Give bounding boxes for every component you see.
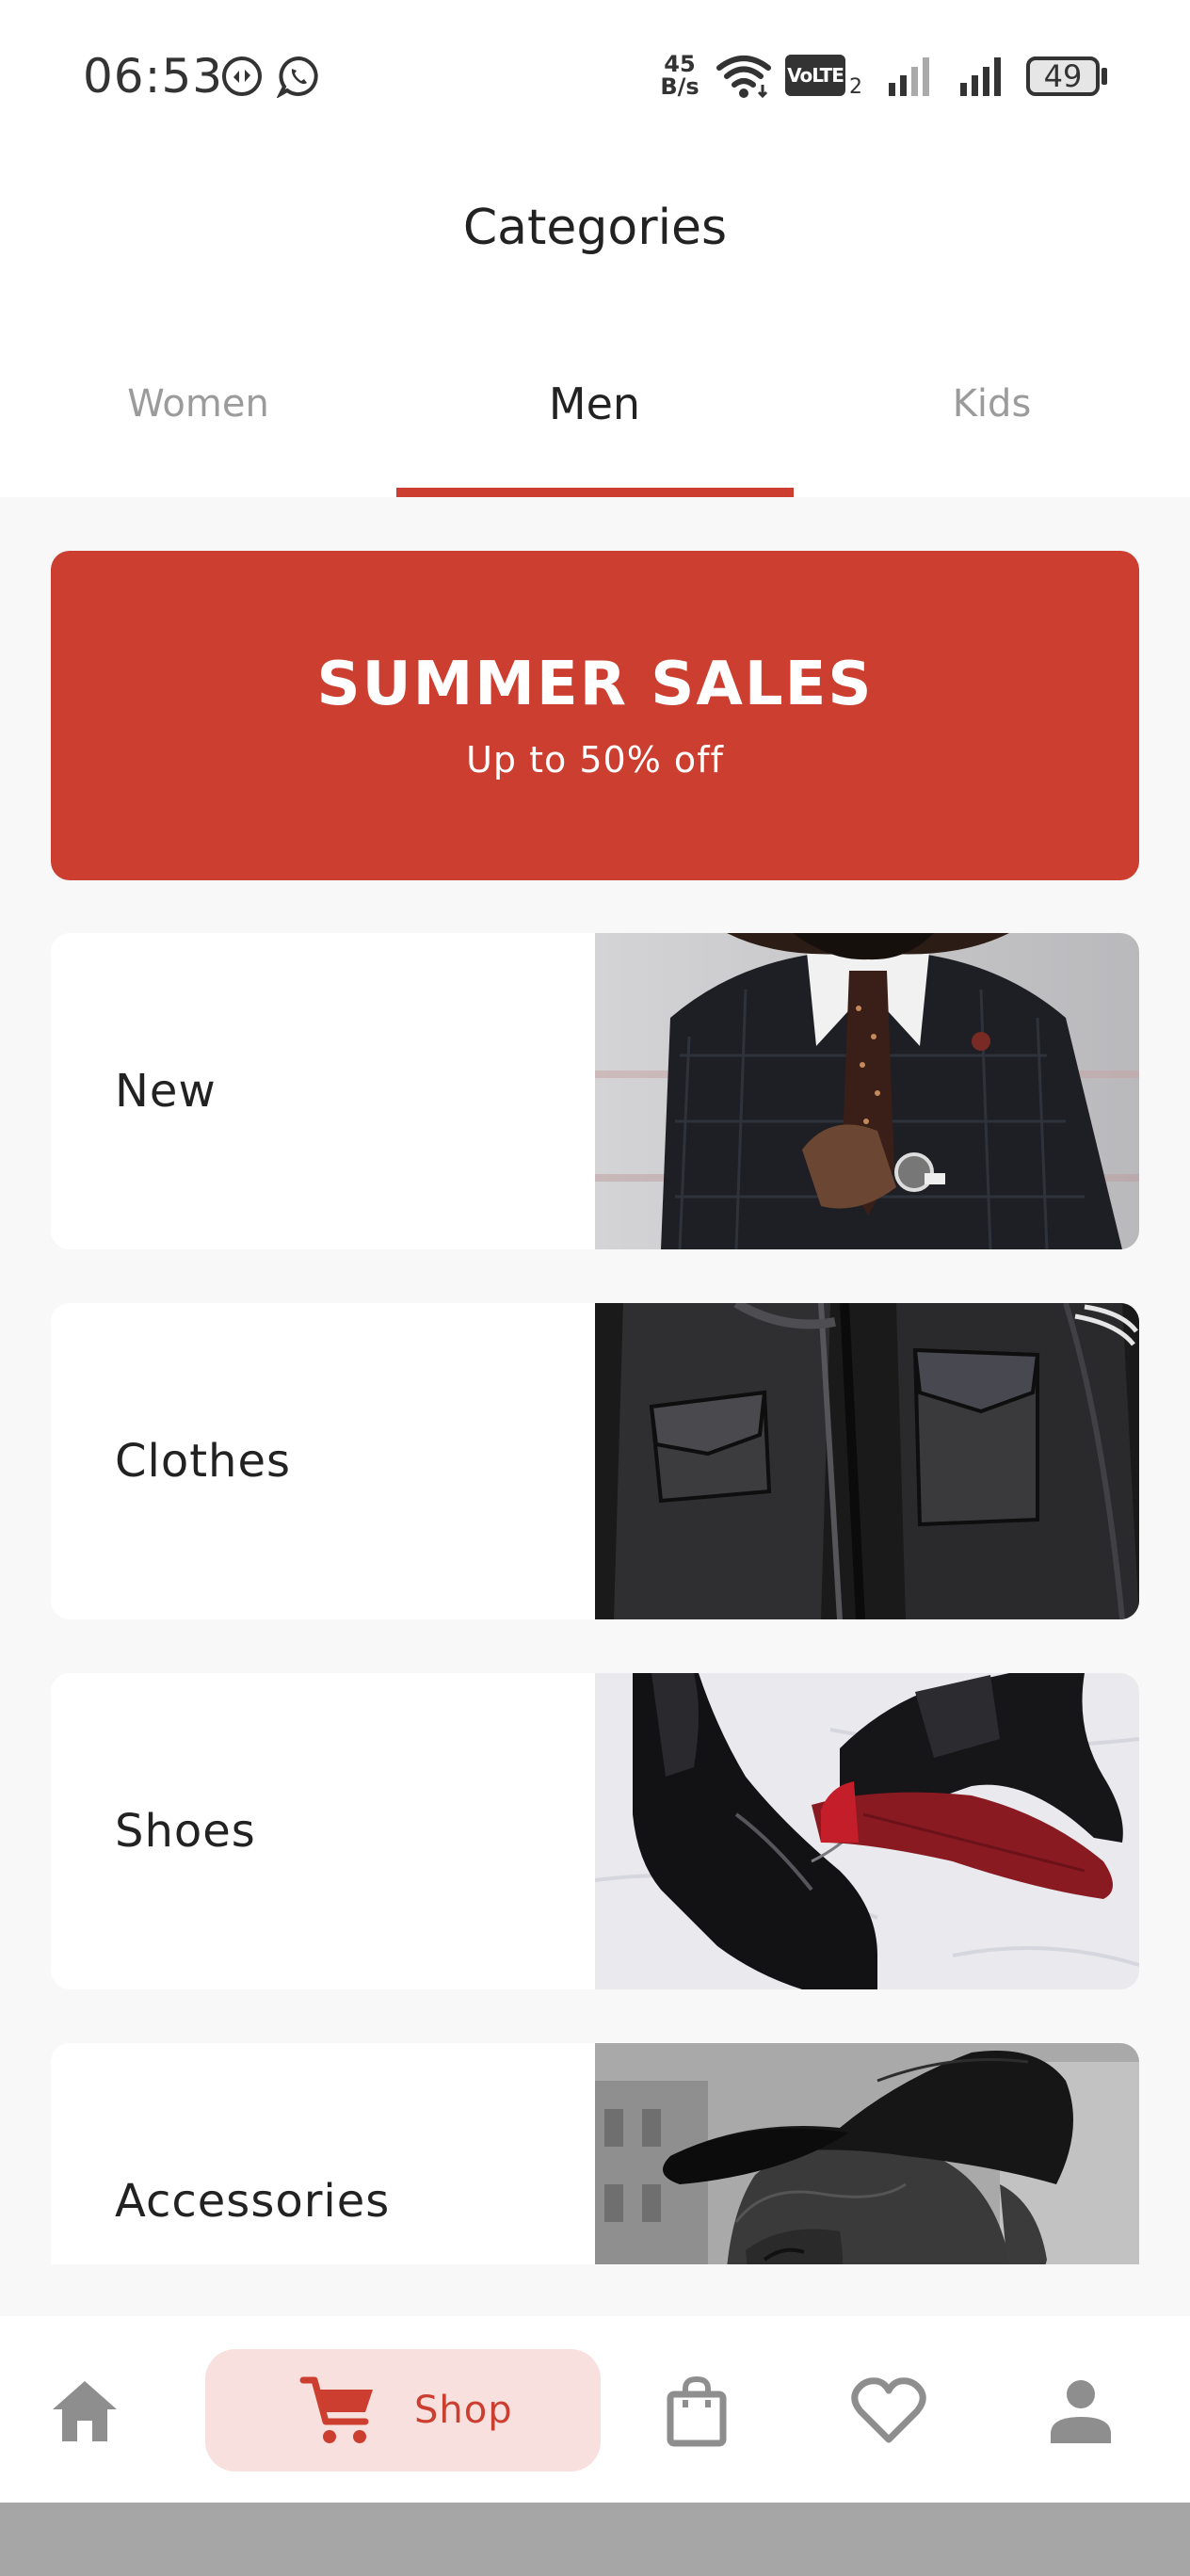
man-in-cap-photo — [595, 2043, 1139, 2264]
cart-icon — [299, 2373, 378, 2452]
nav-shop[interactable] — [205, 2349, 601, 2471]
leather-jacket-photo — [595, 1303, 1139, 1619]
status-bar: 06:53 45 B/s VoLTE 2 49 — [0, 0, 1190, 151]
chelsea-boots-photo — [595, 1673, 1139, 1989]
bag-icon — [667, 2375, 727, 2447]
page-title: Categories — [462, 200, 728, 256]
banner-title: SUMMER SALES — [316, 650, 874, 719]
category-card-clothes[interactable]: Clothes — [51, 1303, 1139, 1619]
volte-label: VoLTE — [787, 64, 844, 87]
category-label-accessories: Accessories — [115, 2175, 391, 2228]
net-speed-unit: B/s — [660, 73, 700, 100]
wifi-icon — [716, 53, 776, 104]
person-icon — [1049, 2377, 1113, 2445]
sim-slot-label: 2 — [849, 75, 862, 99]
tab-men[interactable]: Men — [396, 378, 793, 429]
tab-women[interactable]: Women — [0, 382, 396, 426]
category-card-accessories[interactable]: Accessories — [51, 2043, 1139, 2264]
nav-favorites[interactable] — [842, 2349, 936, 2473]
battery-level: 49 — [1043, 58, 1083, 94]
man-in-suit-photo — [595, 933, 1139, 1249]
home-icon — [49, 2377, 121, 2445]
signal-sim2-icon — [958, 55, 1009, 102]
nav-bag[interactable] — [650, 2349, 744, 2473]
system-navigation-bar — [0, 2503, 1190, 2576]
category-label-new: New — [115, 1065, 217, 1118]
net-speed-value: 45 — [664, 51, 696, 77]
tab-kids[interactable]: Kids — [794, 382, 1190, 426]
banner-subtitle: Up to 50% off — [466, 739, 724, 781]
nav-home[interactable] — [38, 2349, 132, 2473]
category-list[interactable]: New Clothes Shoes Accessories — [0, 904, 1190, 2264]
heart-icon — [851, 2377, 926, 2445]
nav-shop-label: Shop — [414, 2389, 513, 2432]
volte-icon: VoLTE — [785, 55, 845, 96]
net-speed-indicator: 45 B/s — [653, 53, 706, 98]
category-card-new[interactable]: New — [51, 933, 1139, 1249]
battery-icon: 49 — [1026, 56, 1100, 96]
category-label-clothes: Clothes — [115, 1435, 291, 1488]
active-tab-indicator — [396, 488, 794, 497]
summer-sales-banner[interactable]: SUMMER SALES Up to 50% off — [51, 551, 1139, 880]
nav-profile[interactable] — [1034, 2349, 1128, 2473]
battery-tip — [1102, 68, 1107, 85]
signal-sim1-icon — [887, 55, 938, 102]
category-label-shoes: Shoes — [115, 1805, 256, 1858]
category-card-shoes[interactable]: Shoes — [51, 1673, 1139, 1989]
